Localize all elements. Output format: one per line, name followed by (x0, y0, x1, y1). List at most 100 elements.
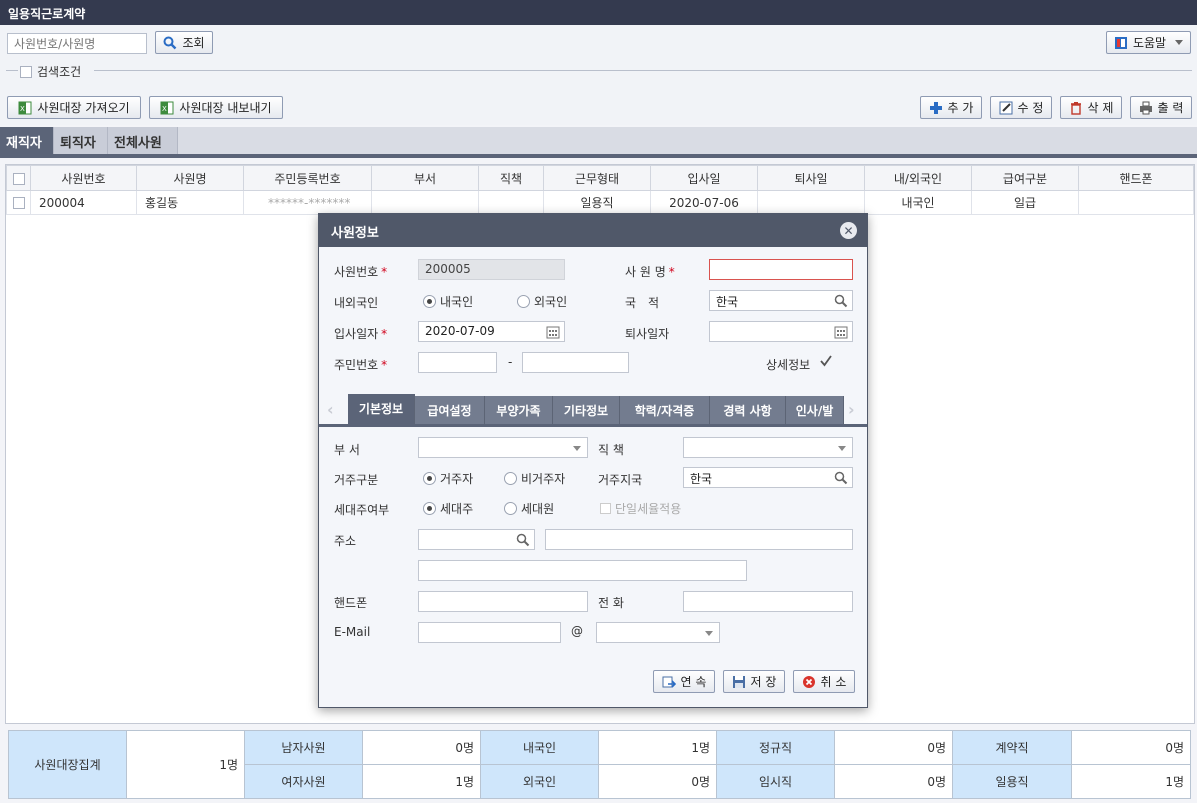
col-leave-date[interactable]: 퇴사일 (757, 165, 865, 191)
zipcode-field[interactable] (418, 529, 535, 550)
summary-female: 1명 (362, 764, 481, 799)
add-button[interactable]: 추 가 (920, 96, 982, 119)
join-date-label-text: 입사일자 (334, 327, 379, 341)
tab-dependents[interactable]: 부양가족 (485, 396, 553, 424)
emp-no-label-text: 사원번호 (334, 265, 379, 279)
edit-button[interactable]: 수 정 (990, 96, 1052, 119)
search-condition-checkbox[interactable] (20, 65, 32, 78)
cell-dept (371, 190, 479, 215)
emp-no-field[interactable]: 200005 (418, 259, 565, 280)
tab-education[interactable]: 학력/자격증 (620, 396, 710, 424)
radio-resident-dot[interactable] (423, 472, 436, 485)
radio-household-member-dot[interactable] (504, 502, 517, 515)
col-join-date[interactable]: 입사일 (650, 165, 758, 191)
tab-career[interactable]: 경력 사항 (710, 396, 786, 424)
mobile-label: 핸드폰 (334, 596, 368, 610)
single-tax-rate-checkbox[interactable] (600, 503, 611, 514)
select-all-checkbox[interactable] (12, 172, 25, 185)
tab-active-employees[interactable]: 재직자 (0, 127, 54, 154)
leave-date-field[interactable] (709, 321, 853, 342)
col-position[interactable]: 직책 (478, 165, 544, 191)
continue-button[interactable]: 연 속 (653, 670, 715, 693)
radio-resident[interactable]: 거주자 (423, 470, 473, 487)
tab-other-info[interactable]: 기타정보 (553, 396, 620, 424)
table-row[interactable]: 200004 홍길동 ******-******* 일용직 2020-07-06… (6, 190, 1194, 215)
chevron-right-icon[interactable]: › (848, 400, 855, 419)
position-select[interactable] (683, 437, 853, 458)
tab-pay-settings[interactable]: 급여설정 (415, 396, 485, 424)
continue-icon (662, 675, 676, 689)
radio-foreign-dot[interactable] (517, 295, 530, 308)
summary-male-label: 남자사원 (244, 730, 363, 765)
tab-retired-employees[interactable]: 퇴직자 (54, 127, 108, 154)
col-nationality[interactable]: 내/외국인 (864, 165, 972, 191)
address-field[interactable] (545, 529, 853, 550)
name-field[interactable] (709, 259, 853, 280)
tab-hr[interactable]: 인사/발 (786, 396, 844, 424)
col-rrn[interactable]: 주민등록번호 (243, 165, 372, 191)
radio-domestic-dot[interactable] (423, 295, 436, 308)
mobile-field[interactable] (418, 591, 588, 612)
radio-householder-dot[interactable] (423, 502, 436, 515)
email-domain-select[interactable] (596, 622, 720, 643)
radio-resident-label: 거주자 (440, 472, 474, 486)
chevron-left-icon[interactable]: ‹ (327, 400, 334, 419)
radio-nonresident-dot[interactable] (504, 472, 517, 485)
residence-country-field[interactable]: 한국 (683, 467, 853, 488)
delete-button[interactable]: 삭 제 (1060, 96, 1122, 119)
radio-foreign[interactable]: 외국인 (517, 293, 567, 310)
detail-info-checkbox[interactable] (819, 354, 833, 371)
save-button[interactable]: 저 장 (723, 670, 785, 693)
dialog-tabs: ‹ 기본정보 급여설정 부양가족 기타정보 학력/자격증 경력 사항 인사/발 … (325, 394, 862, 424)
radio-nonresident-label: 비거주자 (521, 472, 566, 486)
join-date-field[interactable]: 2020-07-09 (418, 321, 565, 342)
col-name[interactable]: 사원명 (136, 165, 244, 191)
search-icon[interactable] (834, 294, 848, 310)
search-condition: 검색조건 (6, 62, 1192, 79)
import-register-button[interactable]: X 사원대장 가져오기 (7, 96, 141, 119)
dialog-tabs-underline (319, 424, 867, 427)
calendar-icon[interactable] (834, 325, 848, 341)
radio-householder-label: 세대주 (440, 502, 474, 516)
email-id-field[interactable] (418, 622, 561, 643)
col-phone[interactable]: 핸드폰 (1078, 165, 1194, 191)
single-tax-rate[interactable]: 단일세율적용 (600, 500, 681, 517)
cancel-button[interactable]: 취 소 (793, 670, 855, 693)
row-checkbox[interactable] (12, 197, 25, 209)
chevron-down-icon (705, 631, 713, 636)
delete-button-label: 삭 제 (1087, 101, 1114, 115)
col-pay-type[interactable]: 급여구분 (971, 165, 1079, 191)
radio-nonresident[interactable]: 비거주자 (504, 470, 565, 487)
email-label: E-Mail (334, 625, 371, 639)
tab-basic-info[interactable]: 기본정보 (348, 394, 415, 424)
leave-date-label: 퇴사일자 (625, 327, 670, 341)
col-dept[interactable]: 부서 (371, 165, 479, 191)
floppy-icon (732, 675, 746, 689)
search-icon[interactable] (834, 471, 848, 487)
export-register-button[interactable]: X 사원대장 내보내기 (149, 96, 283, 119)
dept-label: 부 서 (334, 443, 360, 457)
print-button[interactable]: 출 력 (1130, 96, 1192, 119)
search-button[interactable]: 조회 (155, 31, 213, 54)
row-checkbox-cell[interactable] (6, 190, 31, 215)
radio-householder[interactable]: 세대주 (423, 500, 473, 517)
tab-all-employees[interactable]: 전체사원 (108, 127, 178, 154)
search-condition-label: 검색조건 (37, 65, 82, 79)
rrn-back-field[interactable] (522, 352, 629, 373)
close-icon[interactable]: ✕ (840, 222, 857, 239)
help-button[interactable]: 도움말 (1106, 31, 1191, 54)
col-emp-no[interactable]: 사원번호 (30, 165, 137, 191)
search-icon[interactable] (516, 533, 530, 549)
summary-contract: 0명 (1071, 730, 1191, 765)
address-detail-field[interactable] (418, 560, 747, 581)
phone-field[interactable] (683, 591, 853, 612)
calendar-icon[interactable] (546, 325, 560, 341)
search-input[interactable] (7, 33, 147, 54)
rrn-front-field[interactable] (418, 352, 497, 373)
dept-select[interactable] (418, 437, 588, 458)
col-work-type[interactable]: 근무형태 (543, 165, 651, 191)
grid-header-checkbox-cell[interactable] (6, 165, 31, 191)
radio-domestic[interactable]: 내국인 (423, 293, 473, 310)
country-field[interactable]: 한국 (709, 290, 853, 311)
radio-household-member[interactable]: 세대원 (504, 500, 554, 517)
